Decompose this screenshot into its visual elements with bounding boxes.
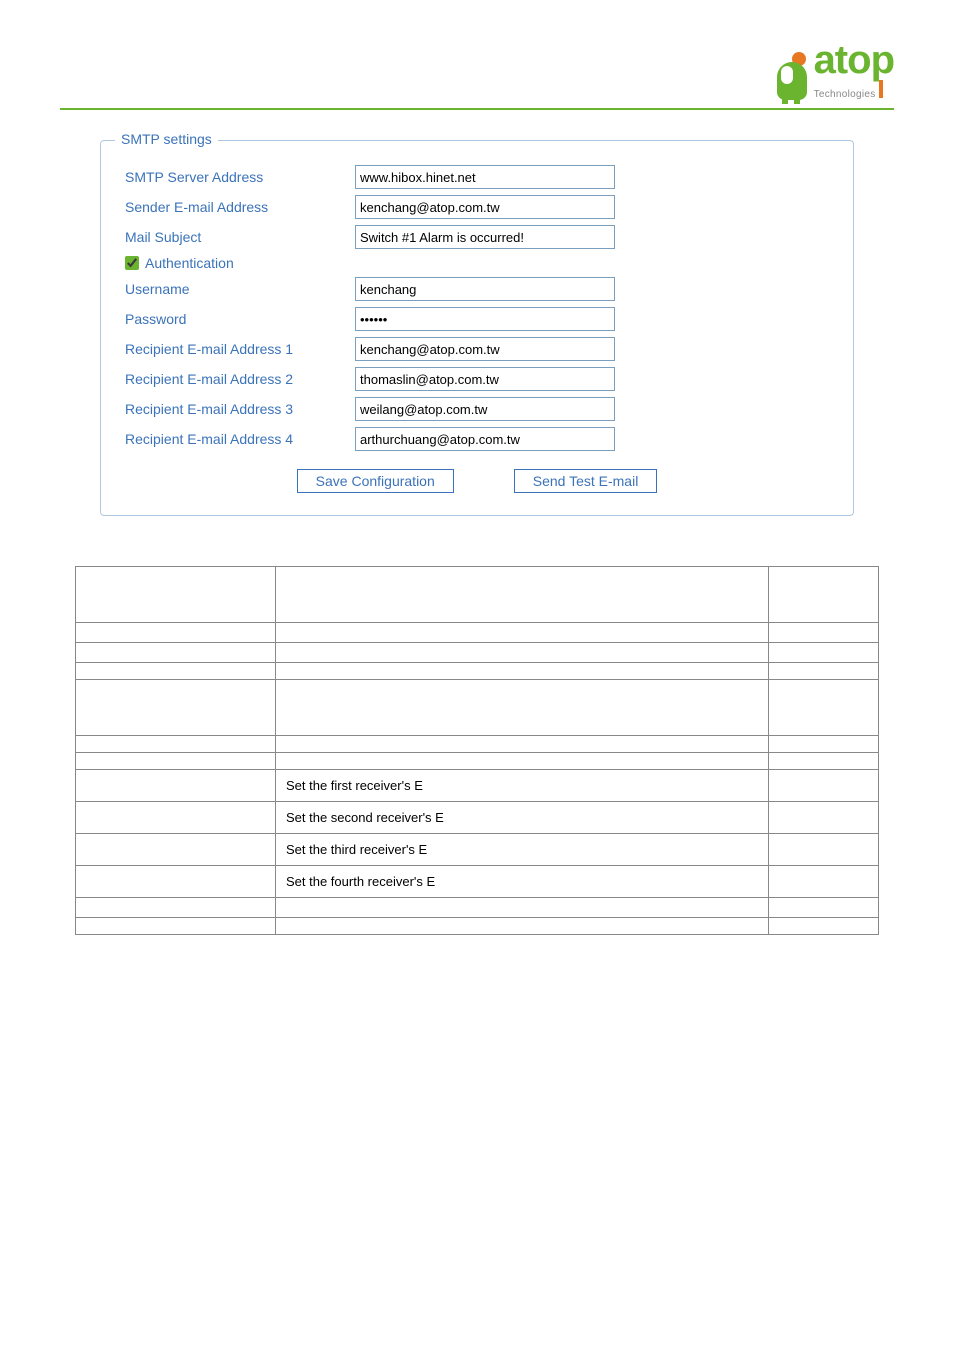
header-divider [60,108,894,110]
authentication-checkbox[interactable] [125,256,139,270]
table-cell [769,770,879,802]
table-cell [769,567,879,623]
table-cell [76,680,276,736]
table-cell [76,834,276,866]
table-cell [76,753,276,770]
recipient3-label: Recipient E-mail Address 3 [125,401,355,417]
username-input[interactable] [355,277,615,301]
table-cell [276,567,769,623]
table-cell [276,623,769,643]
table-cell [769,753,879,770]
authentication-label: Authentication [145,255,234,271]
table-cell: Set the second receiver's E [276,802,769,834]
table-cell: Set the fourth receiver's E [276,866,769,898]
recipient1-label: Recipient E-mail Address 1 [125,341,355,357]
table-cell [276,898,769,918]
mail-subject-input[interactable] [355,225,615,249]
table-cell: Set the first receiver's E [276,770,769,802]
table-cell [76,663,276,680]
save-configuration-button[interactable]: Save Configuration [297,469,454,493]
table-cell [276,643,769,663]
description-table: Set the first receiver's E Set the secon… [75,566,879,935]
logo-text: atop Technologies [814,40,894,100]
table-cell [76,623,276,643]
recipient3-input[interactable] [355,397,615,421]
table-cell [769,663,879,680]
table-cell [76,567,276,623]
smtp-server-input[interactable] [355,165,615,189]
logo-accent-bar [879,80,883,98]
table-cell [76,802,276,834]
password-label: Password [125,311,355,327]
password-input[interactable] [355,307,615,331]
table-cell [769,834,879,866]
table-cell [76,866,276,898]
logo-word: atop [814,40,894,80]
table-cell [76,736,276,753]
mail-subject-label: Mail Subject [125,229,355,245]
sender-email-input[interactable] [355,195,615,219]
table-cell [276,680,769,736]
table-cell [769,643,879,663]
recipient4-input[interactable] [355,427,615,451]
table-cell [769,623,879,643]
send-test-email-button[interactable]: Send Test E-mail [514,469,658,493]
table-cell [769,802,879,834]
table-cell [276,736,769,753]
username-label: Username [125,281,355,297]
table-cell [76,898,276,918]
brand-logo: atop Technologies [772,40,894,100]
fieldset-legend: SMTP settings [115,131,218,147]
table-cell [76,643,276,663]
table-cell [76,770,276,802]
table-cell [76,918,276,935]
table-cell [769,866,879,898]
table-cell: Set the third receiver's E [276,834,769,866]
recipient2-label: Recipient E-mail Address 2 [125,371,355,387]
recipient4-label: Recipient E-mail Address 4 [125,431,355,447]
table-cell [276,918,769,935]
table-cell [769,918,879,935]
table-cell [769,680,879,736]
recipient1-input[interactable] [355,337,615,361]
table-cell [276,753,769,770]
logo-icon [772,50,812,100]
table-cell [276,663,769,680]
header-logo-area: atop Technologies [60,40,894,108]
recipient2-input[interactable] [355,367,615,391]
table-cell [769,898,879,918]
logo-subtitle: Technologies [814,89,876,100]
smtp-settings-fieldset: SMTP settings SMTP Server Address Sender… [100,140,854,516]
smtp-server-label: SMTP Server Address [125,169,355,185]
sender-email-label: Sender E-mail Address [125,199,355,215]
table-cell [769,736,879,753]
